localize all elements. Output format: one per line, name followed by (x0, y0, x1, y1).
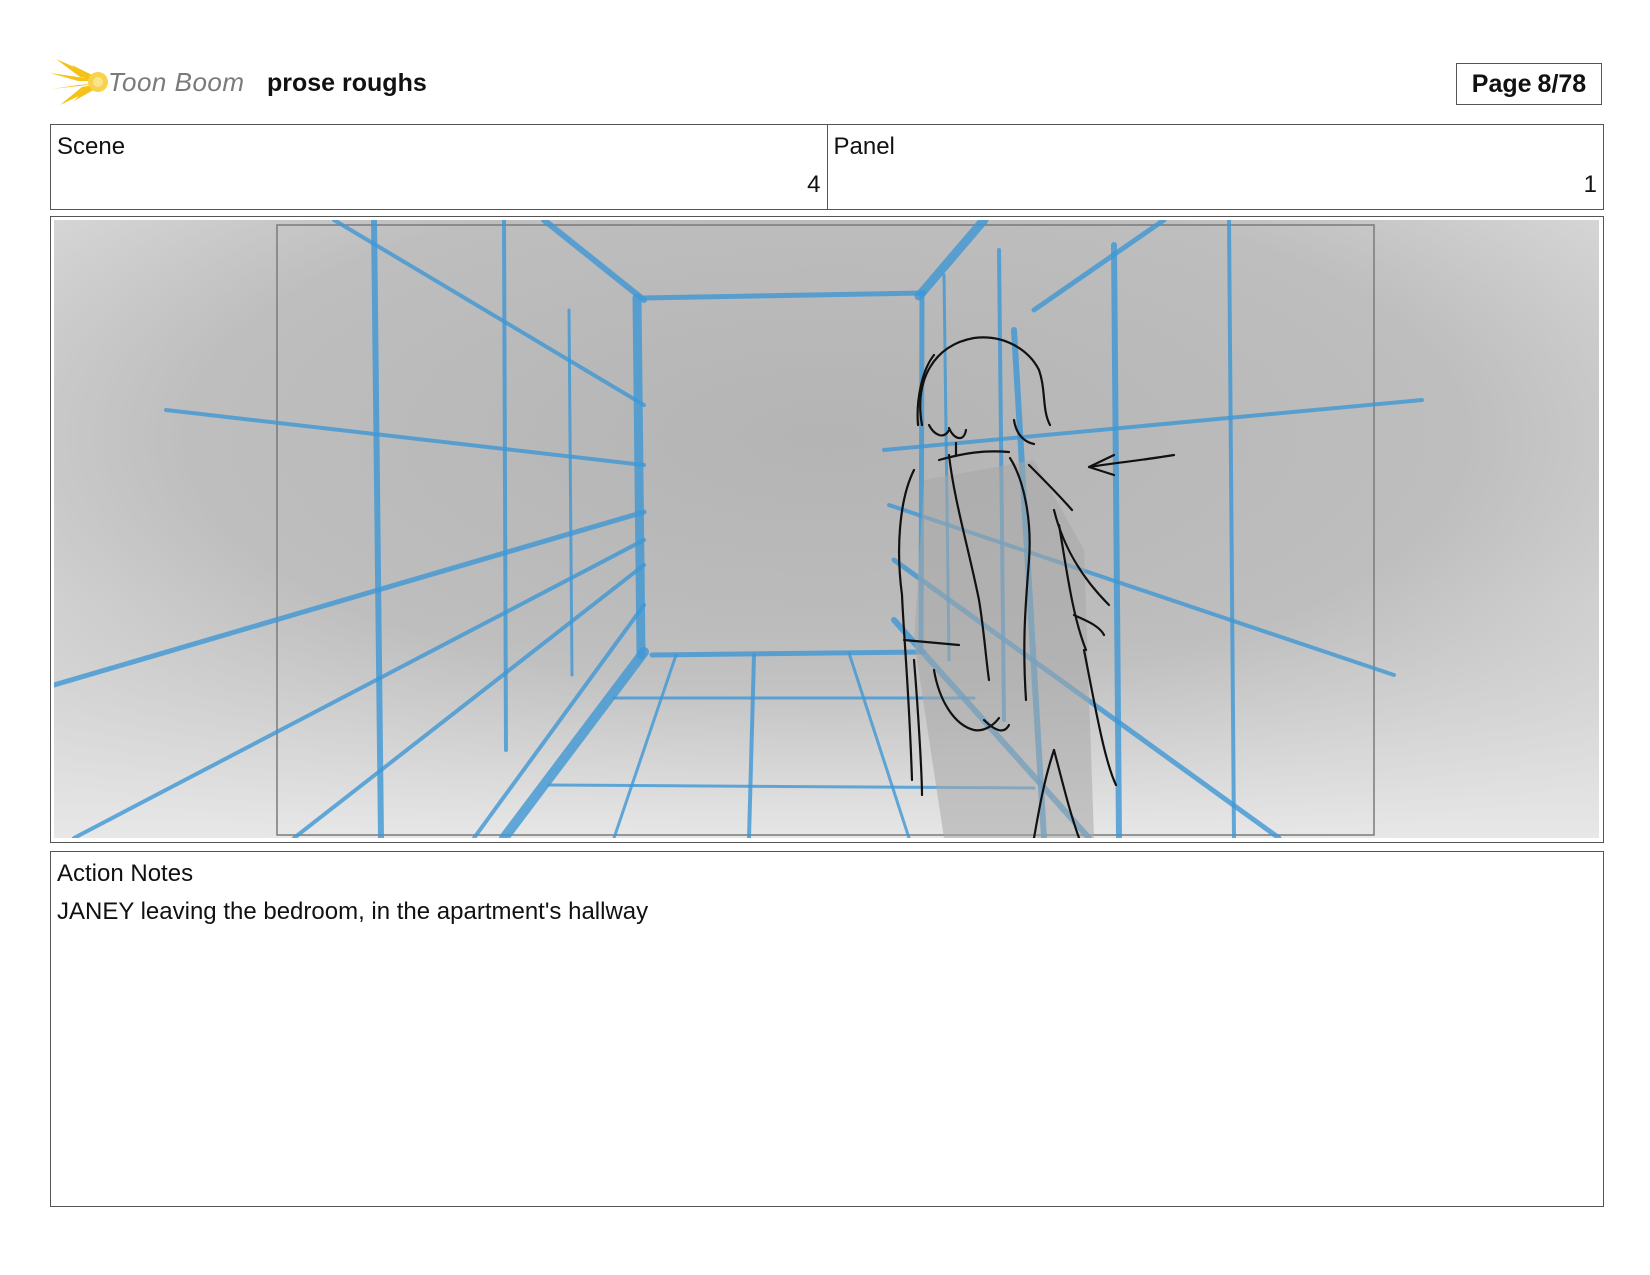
sketch-image (54, 220, 1599, 838)
panel-cell: Panel 1 (826, 125, 1604, 209)
page-number: 8/78 (1537, 69, 1587, 98)
storyboard-header: Toon Boom prose roughs Page 8/78 (50, 55, 1603, 115)
page-indicator: Page 8/78 (1456, 63, 1602, 105)
page-label: Page (1471, 69, 1532, 98)
scene-number: 4 (807, 171, 821, 198)
scene-panel-row: Scene 4 Panel 1 (50, 124, 1604, 210)
toon-boom-logo: Toon Boom (50, 55, 250, 111)
logo-wordmark: Toon Boom (108, 67, 245, 97)
scene-cell: Scene 4 (51, 125, 827, 209)
action-notes-label: Action Notes (57, 860, 194, 887)
scene-label: Scene (57, 133, 126, 160)
action-notes-box: Action Notes JANEY leaving the bedroom, … (50, 851, 1604, 1207)
storyboard-frame (50, 216, 1604, 843)
action-notes-text: JANEY leaving the bedroom, in the apartm… (57, 898, 649, 925)
panel-label: Panel (833, 133, 895, 160)
project-title: prose roughs (267, 69, 427, 97)
panel-number: 1 (1583, 171, 1597, 198)
starburst-icon (50, 59, 108, 105)
